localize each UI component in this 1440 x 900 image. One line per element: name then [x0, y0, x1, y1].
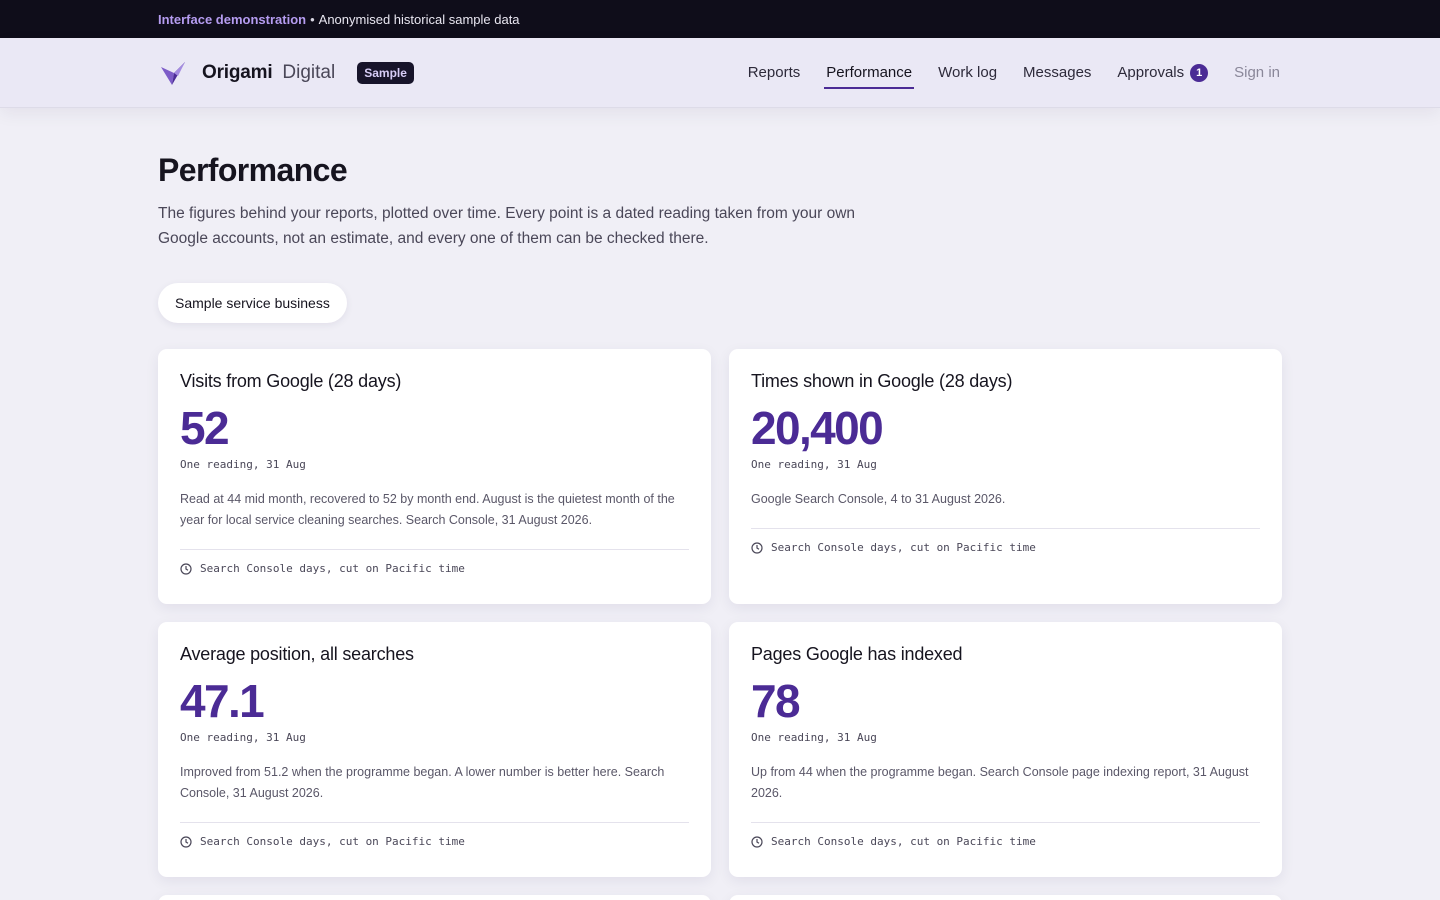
main-content: Performance The figures behind your repo… [0, 108, 1440, 900]
brand-link[interactable]: Origami Digital Sample [158, 58, 414, 88]
clock-icon [751, 541, 763, 554]
demo-banner: Interface demonstration • Anonymised his… [0, 0, 1440, 38]
page-intro: The figures behind your reports, plotted… [158, 205, 856, 247]
metric-footnote: Search Console days, cut on Pacific time [180, 549, 689, 575]
metric-footnote: Search Console days, cut on Pacific time [180, 822, 689, 848]
nav-performance[interactable]: Performance [824, 58, 915, 89]
metric-card-impressions: Times shown in Google (28 days) 20,400 O… [729, 349, 1282, 604]
metric-card-indexed-pages: Pages Google has indexed 78 One reading,… [729, 622, 1282, 877]
metric-card-visits: Visits from Google (28 days) 52 One read… [158, 349, 711, 604]
demo-banner-text: Anonymised historical sample data [318, 11, 520, 27]
nav-work-log[interactable]: Work log [936, 58, 999, 87]
metric-description: Improved from 51.2 when the programme be… [180, 765, 665, 800]
brand-name: Origami [202, 61, 273, 83]
nav-messages-label: Messages [1023, 64, 1092, 81]
metric-footnote: Search Console days, cut on Pacific time [751, 528, 1260, 554]
clock-icon [751, 835, 763, 848]
clock-icon [180, 835, 192, 848]
nav-reports-label: Reports [747, 64, 801, 81]
nav-sign-in-label: Sign in [1234, 64, 1280, 81]
metric-title: Average position, all searches [180, 644, 414, 664]
metric-reading-date: One reading, 31 Aug [751, 458, 877, 471]
metric-reading-date: One reading, 31 Aug [751, 731, 877, 744]
metric-footnote-text: Search Console days, cut on Pacific time [200, 835, 465, 848]
business-selector-chip[interactable]: Sample service business [158, 283, 347, 323]
metric-card-partial [729, 895, 1282, 900]
metric-description: Read at 44 mid month, recovered to 52 by… [180, 492, 675, 527]
metric-reading-date: One reading, 31 Aug [180, 458, 306, 471]
metric-value: 78 [751, 675, 801, 727]
sample-badge: Sample [357, 61, 414, 84]
metric-description: Up from 44 when the programme began. Sea… [751, 765, 1249, 800]
nav-sign-in[interactable]: Sign in [1232, 58, 1282, 87]
metrics-grid: Visits from Google (28 days) 52 One read… [158, 349, 1282, 900]
nav-reports[interactable]: Reports [746, 58, 803, 87]
metric-footnote-text: Search Console days, cut on Pacific time [771, 541, 1036, 554]
metric-description: Google Search Console, 4 to 31 August 20… [751, 492, 1006, 506]
metric-footnote-text: Search Console days, cut on Pacific time [771, 835, 1036, 848]
approvals-count-badge: 1 [1190, 63, 1209, 82]
page-title: Performance [158, 152, 348, 188]
metric-value: 20,400 [751, 402, 884, 454]
metric-title: Visits from Google (28 days) [180, 371, 402, 391]
metric-title: Times shown in Google (28 days) [751, 371, 1013, 391]
nav-messages[interactable]: Messages [1021, 58, 1093, 87]
metric-value: 47.1 [180, 675, 265, 727]
metric-footnote: Search Console days, cut on Pacific time [751, 822, 1260, 848]
metric-footnote-text: Search Console days, cut on Pacific time [200, 562, 465, 575]
metric-title: Pages Google has indexed [751, 644, 963, 664]
nav-performance-label: Performance [826, 64, 913, 81]
origami-logo-icon [161, 61, 185, 85]
main-nav: Reports Performance Work log Messages Ap… [724, 58, 1282, 89]
nav-approvals[interactable]: Approvals 1 [1115, 58, 1210, 88]
metric-card-average-position: Average position, all searches 47.1 One … [158, 622, 711, 877]
demo-banner-separator: • [310, 11, 315, 27]
nav-work-log-label: Work log [938, 64, 998, 81]
site-header: Origami Digital Sample Reports Performan… [0, 38, 1440, 108]
metric-reading-date: One reading, 31 Aug [180, 731, 306, 744]
nav-approvals-label: Approvals [1117, 64, 1185, 81]
brand-subtitle: Digital [282, 61, 336, 83]
metric-card-partial [158, 895, 711, 900]
demo-banner-label: Interface demonstration [158, 11, 307, 27]
metric-value: 52 [180, 402, 230, 454]
clock-icon [180, 562, 192, 575]
